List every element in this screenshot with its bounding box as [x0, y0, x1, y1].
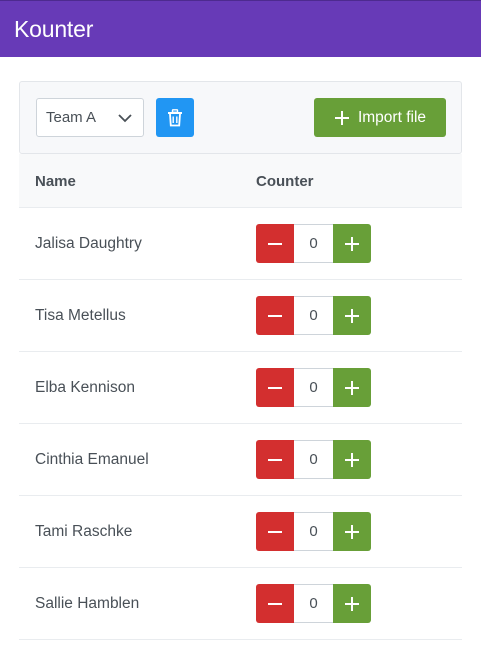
plus-icon: [345, 380, 359, 395]
table-row: Cinthia Emanuel: [19, 424, 462, 496]
decrement-button[interactable]: [256, 512, 294, 551]
decrement-button[interactable]: [256, 440, 294, 479]
team-select[interactable]: Team A: [36, 98, 144, 137]
header-counter: Counter: [256, 173, 314, 190]
minus-icon: [268, 314, 282, 317]
increment-button[interactable]: [333, 224, 371, 263]
increment-button[interactable]: [333, 440, 371, 479]
decrement-button[interactable]: [256, 296, 294, 335]
plus-icon: [345, 596, 359, 611]
increment-button[interactable]: [333, 296, 371, 335]
increment-button[interactable]: [333, 584, 371, 623]
count-input[interactable]: [294, 512, 333, 551]
plus-icon: [334, 110, 349, 125]
count-input[interactable]: [294, 296, 333, 335]
table-row: Jalisa Daughtry: [19, 208, 462, 280]
counter-control: [256, 224, 371, 263]
counter-control: [256, 584, 371, 623]
row-name: Tami Raschke: [35, 523, 133, 540]
table-row: Tisa Metellus: [19, 280, 462, 352]
row-name: Tisa Metellus: [35, 307, 126, 324]
decrement-button[interactable]: [256, 224, 294, 263]
delete-team-button[interactable]: [156, 98, 194, 137]
plus-icon: [345, 308, 359, 323]
increment-button[interactable]: [333, 368, 371, 407]
decrement-button[interactable]: [256, 368, 294, 407]
table-header: Name Counter: [19, 154, 462, 208]
count-input[interactable]: [294, 224, 333, 263]
table-row: Sallie Hamblen: [19, 568, 462, 640]
counter-control: [256, 440, 371, 479]
count-input[interactable]: [294, 368, 333, 407]
import-file-button[interactable]: Import file: [314, 98, 446, 137]
minus-icon: [268, 242, 282, 245]
main-content: Team A Import file Name Counter Jalisa D…: [19, 81, 462, 640]
row-name: Elba Kennison: [35, 379, 135, 396]
toolbar: Team A Import file: [19, 81, 462, 154]
app-title: Kounter: [14, 15, 94, 42]
header-name: Name: [35, 173, 76, 190]
counter-control: [256, 512, 371, 551]
plus-icon: [345, 236, 359, 251]
row-name: Jalisa Daughtry: [35, 235, 142, 252]
counter-control: [256, 296, 371, 335]
row-name: Sallie Hamblen: [35, 595, 140, 612]
table-row: Tami Raschke: [19, 496, 462, 568]
row-name: Cinthia Emanuel: [35, 451, 149, 468]
minus-icon: [268, 458, 282, 461]
minus-icon: [268, 386, 282, 389]
chevron-down-icon: [118, 114, 132, 123]
app-bar: Kounter: [0, 0, 481, 57]
plus-icon: [345, 452, 359, 467]
count-input[interactable]: [294, 440, 333, 479]
minus-icon: [268, 602, 282, 605]
trash-icon: [168, 108, 182, 126]
count-input[interactable]: [294, 584, 333, 623]
plus-icon: [345, 524, 359, 539]
table-row: Elba Kennison: [19, 352, 462, 424]
import-file-label: Import file: [357, 108, 427, 126]
increment-button[interactable]: [333, 512, 371, 551]
decrement-button[interactable]: [256, 584, 294, 623]
counter-table: Name Counter Jalisa Daughtry Tisa Metell…: [19, 154, 462, 640]
counter-control: [256, 368, 371, 407]
team-select-value: Team A: [46, 109, 97, 126]
minus-icon: [268, 530, 282, 533]
